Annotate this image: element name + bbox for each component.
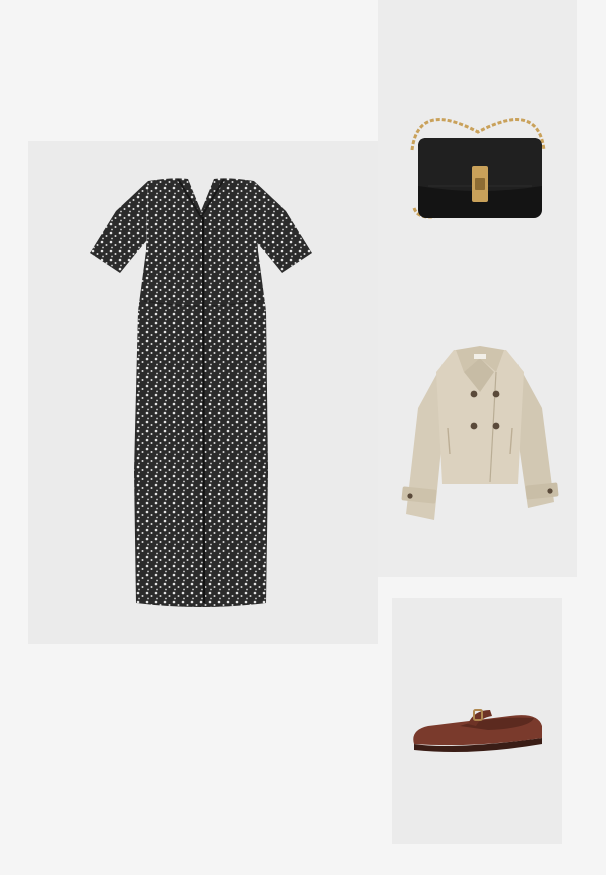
outfit-collage: { "collage": { "background_color": "#f5f…	[0, 0, 606, 875]
mary-jane-flat-image	[413, 709, 542, 752]
bag-product-tile[interactable]	[378, 0, 577, 288]
coat-product-tile[interactable]	[378, 288, 577, 577]
dress-product-tile[interactable]	[28, 141, 378, 644]
shoulder-bag-image	[410, 118, 546, 219]
trench-jacket-image	[401, 346, 559, 520]
shoe-product-tile[interactable]	[392, 598, 562, 844]
floral-dress-image	[90, 178, 312, 608]
